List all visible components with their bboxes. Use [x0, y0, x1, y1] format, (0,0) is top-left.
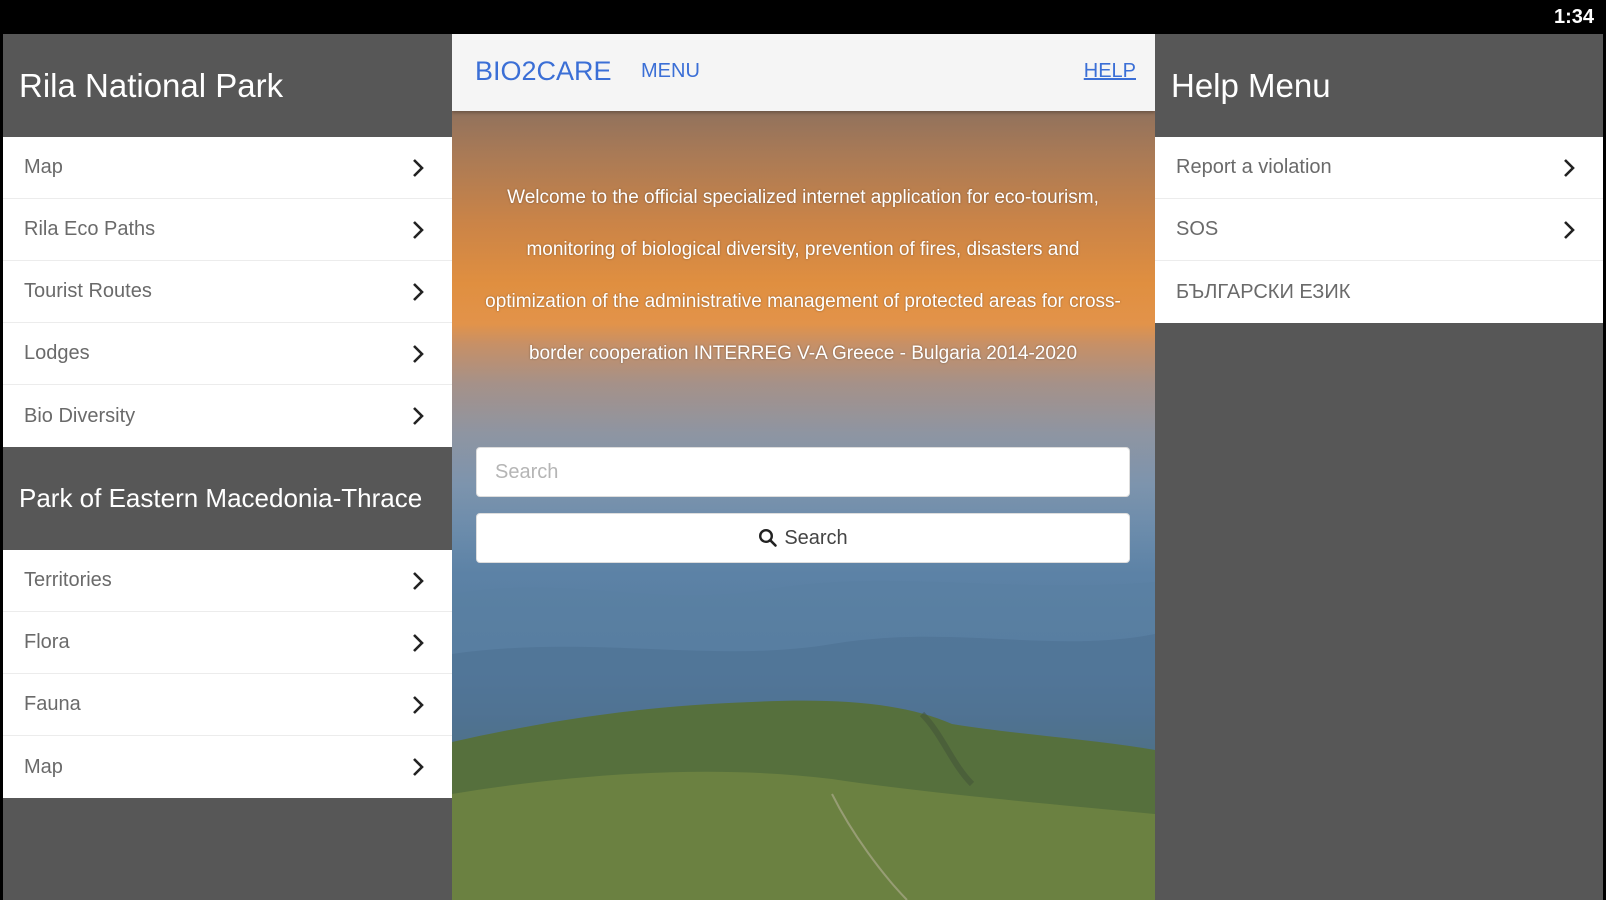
- menu-item-bio-diversity[interactable]: Bio Diversity: [3, 385, 452, 447]
- chevron-right-icon: [1564, 220, 1575, 239]
- chevron-right-icon: [1564, 158, 1575, 177]
- menu-item-report-violation[interactable]: Report a violation: [1155, 137, 1603, 199]
- macedonia-section-title: Park of Eastern Macedonia-Thrace: [19, 483, 423, 513]
- help-menu-title: Help Menu: [1171, 66, 1331, 104]
- status-time: 1:34: [1553, 6, 1594, 28]
- chevron-right-icon: [413, 220, 424, 239]
- menu-item-territories[interactable]: Territories: [3, 550, 452, 612]
- chevron-right-icon: [413, 282, 424, 301]
- help-menu-panel: Help Menu Report a violation SOS БЪЛГАРС…: [1155, 34, 1603, 900]
- top-navigation-bar: BIO2CARE MENU HELP: [452, 34, 1155, 111]
- search-button[interactable]: Search: [476, 513, 1130, 563]
- chevron-right-icon: [413, 695, 424, 714]
- menu-item-label: Map: [24, 156, 63, 178]
- rila-section-title: Rila National Park: [19, 66, 284, 104]
- help-menu-list: Report a violation SOS БЪЛГАРСКИ ЕЗИК: [1155, 137, 1603, 323]
- search-button-label: Search: [784, 526, 848, 549]
- chevron-right-icon: [413, 158, 424, 177]
- chevron-right-icon: [413, 407, 424, 425]
- menu-item-label: Map: [24, 755, 63, 778]
- macedonia-menu-list: Territories Flora Fauna Map: [3, 550, 452, 798]
- menu-item-lodges[interactable]: Lodges: [3, 323, 452, 385]
- left-menu-panel: Rila National Park Map Rila Eco Paths To…: [3, 34, 452, 900]
- menu-item-label: Tourist Routes: [24, 280, 152, 302]
- rila-menu-list: Map Rila Eco Paths Tourist Routes Lodges…: [3, 137, 452, 447]
- chevron-right-icon: [413, 571, 424, 590]
- menu-item-label: SOS: [1176, 218, 1219, 240]
- menu-item-label: Lodges: [24, 342, 90, 364]
- welcome-text: Welcome to the official specialized inte…: [485, 187, 1121, 364]
- menu-item-tourist-routes[interactable]: Tourist Routes: [3, 261, 452, 323]
- search-input[interactable]: [476, 447, 1130, 497]
- menu-item-label: Report a violation: [1176, 156, 1332, 178]
- search-icon: [759, 528, 778, 547]
- help-link[interactable]: HELP: [1084, 60, 1136, 83]
- status-bar: 1:34: [0, 0, 1606, 34]
- menu-item-label: Flora: [24, 631, 70, 653]
- menu-item-label: Bio Diversity: [24, 404, 136, 427]
- menu-item-macedonia-map[interactable]: Map: [3, 736, 452, 798]
- menu-link[interactable]: MENU: [641, 60, 700, 83]
- menu-item-sos[interactable]: SOS: [1155, 199, 1603, 261]
- menu-item-label: Fauna: [24, 693, 81, 715]
- menu-item-label: БЪЛГАРСКИ ЕЗИК: [1176, 280, 1351, 303]
- chevron-right-icon: [413, 344, 424, 363]
- menu-item-flora[interactable]: Flora: [3, 612, 452, 674]
- brand-logo-text[interactable]: BIO2CARE: [475, 56, 612, 87]
- menu-item-rila-map[interactable]: Map: [3, 137, 452, 199]
- menu-item-label: Rila Eco Paths: [24, 218, 156, 240]
- main-content: BIO2CARE MENU HELP Welcome to the offici…: [452, 34, 1155, 900]
- menu-item-rila-eco-paths[interactable]: Rila Eco Paths: [3, 199, 452, 261]
- chevron-right-icon: [413, 758, 424, 776]
- chevron-right-icon: [413, 633, 424, 652]
- menu-item-fauna[interactable]: Fauna: [3, 674, 452, 736]
- menu-item-bulgarian-language[interactable]: БЪЛГАРСКИ ЕЗИК: [1155, 261, 1603, 323]
- menu-item-label: Territories: [24, 569, 112, 591]
